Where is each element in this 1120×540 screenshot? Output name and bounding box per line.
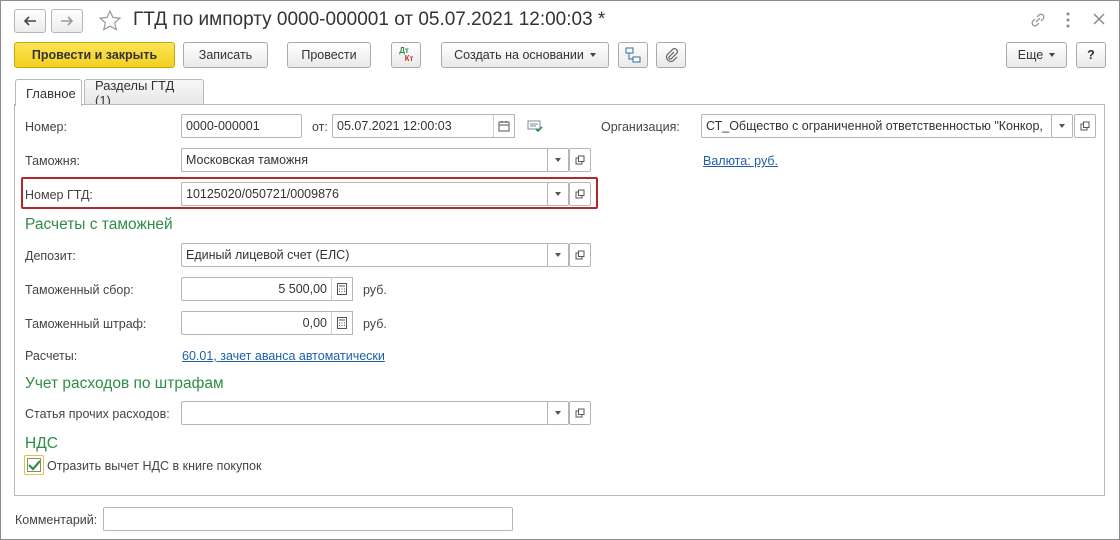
vat-heading: НДС: [25, 435, 58, 452]
page-title: ГТД по импорту 0000-000001 от 05.07.2021…: [133, 9, 606, 30]
number-field[interactable]: 0000-000001: [181, 114, 302, 138]
forward-button[interactable]: [51, 9, 83, 33]
date-label: от:: [312, 120, 328, 134]
dt-kt-button[interactable]: Дт Кт: [391, 42, 421, 68]
fee-calculator-button[interactable]: [331, 277, 353, 301]
structure-icon: [625, 47, 641, 63]
organization-dropdown-button[interactable]: [1051, 114, 1073, 138]
other-expenses-field[interactable]: [181, 401, 549, 425]
comment-field[interactable]: [103, 507, 513, 531]
other-expenses-label: Статья прочих расходов:: [25, 407, 170, 421]
chevron-down-icon: [555, 253, 561, 257]
link-icon[interactable]: [1029, 11, 1047, 32]
close-icon[interactable]: [1091, 11, 1107, 30]
calendar-icon: [498, 121, 510, 132]
date-field[interactable]: 05.07.2021 12:00:03: [332, 114, 494, 138]
gtd-number-label: Номер ГТД:: [25, 188, 93, 202]
organization-field[interactable]: СТ_Общество с ограниченной ответственнос…: [701, 114, 1053, 138]
more-button[interactable]: Еще: [1006, 42, 1067, 68]
tab-gtd-sections[interactable]: Разделы ГТД (1): [84, 78, 204, 108]
gtd-number-field[interactable]: 10125020/050721/0009876: [181, 182, 549, 206]
help-button[interactable]: ?: [1076, 42, 1106, 68]
vat-deduction-checkbox[interactable]: [24, 455, 44, 475]
number-label: Номер:: [25, 120, 67, 134]
fine-calculator-button[interactable]: [331, 311, 353, 335]
deposit-open-button[interactable]: [569, 243, 591, 267]
organization-label: Организация:: [601, 120, 680, 134]
save-button[interactable]: Записать: [183, 42, 268, 68]
deposit-label: Депозит:: [25, 249, 76, 263]
paperclip-icon: [665, 48, 678, 63]
deposit-dropdown-button[interactable]: [547, 243, 569, 267]
fee-unit-label: руб.: [363, 283, 387, 297]
settlements-link[interactable]: 60.01, зачет аванса автоматически: [182, 349, 385, 363]
chevron-down-icon: [589, 53, 596, 57]
fines-expenses-heading: Учет расходов по штрафам: [25, 375, 224, 392]
more-vertical-icon[interactable]: [1065, 11, 1071, 32]
customs-field[interactable]: Московская таможня: [181, 148, 549, 172]
customs-dropdown-button[interactable]: [547, 148, 569, 172]
customs-open-button[interactable]: [569, 148, 591, 172]
posted-status-icon: [527, 119, 543, 136]
kt-label: Кт: [404, 54, 414, 63]
open-window-icon: [575, 408, 585, 418]
expenses-open-button[interactable]: [569, 401, 591, 425]
vat-deduction-label: Отразить вычет НДС в книге покупок: [47, 459, 262, 473]
gtd-open-button[interactable]: [569, 182, 591, 206]
checkbox-box: [27, 458, 41, 472]
customs-fine-field[interactable]: 0,00: [181, 311, 332, 335]
settlements-label: Расчеты:: [25, 349, 78, 363]
customs-settlements-heading: Расчеты с таможней: [25, 216, 173, 233]
organization-open-button[interactable]: [1074, 114, 1096, 138]
customs-fee-label: Таможенный сбор:: [25, 283, 134, 297]
arrow-left-icon: [23, 16, 36, 26]
comment-label: Комментарий:: [15, 513, 98, 527]
attach-button[interactable]: [656, 42, 686, 68]
open-window-icon: [575, 250, 585, 260]
chevron-down-icon: [555, 411, 561, 415]
post-and-close-button[interactable]: Провести и закрыть: [14, 42, 175, 68]
create-based-on-button[interactable]: Создать на основании: [441, 42, 609, 68]
checkmark-icon: [28, 459, 40, 471]
calendar-button[interactable]: [493, 114, 515, 138]
open-window-icon: [575, 155, 585, 165]
chevron-down-icon: [1049, 53, 1056, 57]
post-button[interactable]: Провести: [287, 42, 371, 68]
tab-main[interactable]: Главное: [15, 79, 82, 106]
chevron-down-icon: [555, 158, 561, 162]
fine-unit-label: руб.: [363, 317, 387, 331]
calculator-icon: [337, 283, 347, 295]
more-label: Еще: [1017, 48, 1044, 62]
customs-fine-label: Таможенный штраф:: [25, 317, 147, 331]
chevron-down-icon: [1059, 124, 1065, 128]
calculator-icon: [337, 317, 347, 329]
open-window-icon: [575, 189, 585, 199]
currency-link[interactable]: Валюта: руб.: [703, 154, 778, 168]
gtd-dropdown-button[interactable]: [547, 182, 569, 206]
expenses-dropdown-button[interactable]: [547, 401, 569, 425]
back-button[interactable]: [14, 9, 46, 33]
arrow-right-icon: [61, 16, 74, 26]
create-based-on-label: Создать на основании: [454, 48, 584, 62]
document-window: ГТД по импорту 0000-000001 от 05.07.2021…: [0, 0, 1120, 540]
structure-button[interactable]: [618, 42, 648, 68]
favorite-star-icon[interactable]: [98, 9, 122, 36]
deposit-field[interactable]: Единый лицевой счет (ЕЛС): [181, 243, 549, 267]
open-window-icon: [1080, 121, 1090, 131]
customs-fee-field[interactable]: 5 500,00: [181, 277, 332, 301]
customs-label: Таможня:: [25, 154, 80, 168]
chevron-down-icon: [555, 192, 561, 196]
